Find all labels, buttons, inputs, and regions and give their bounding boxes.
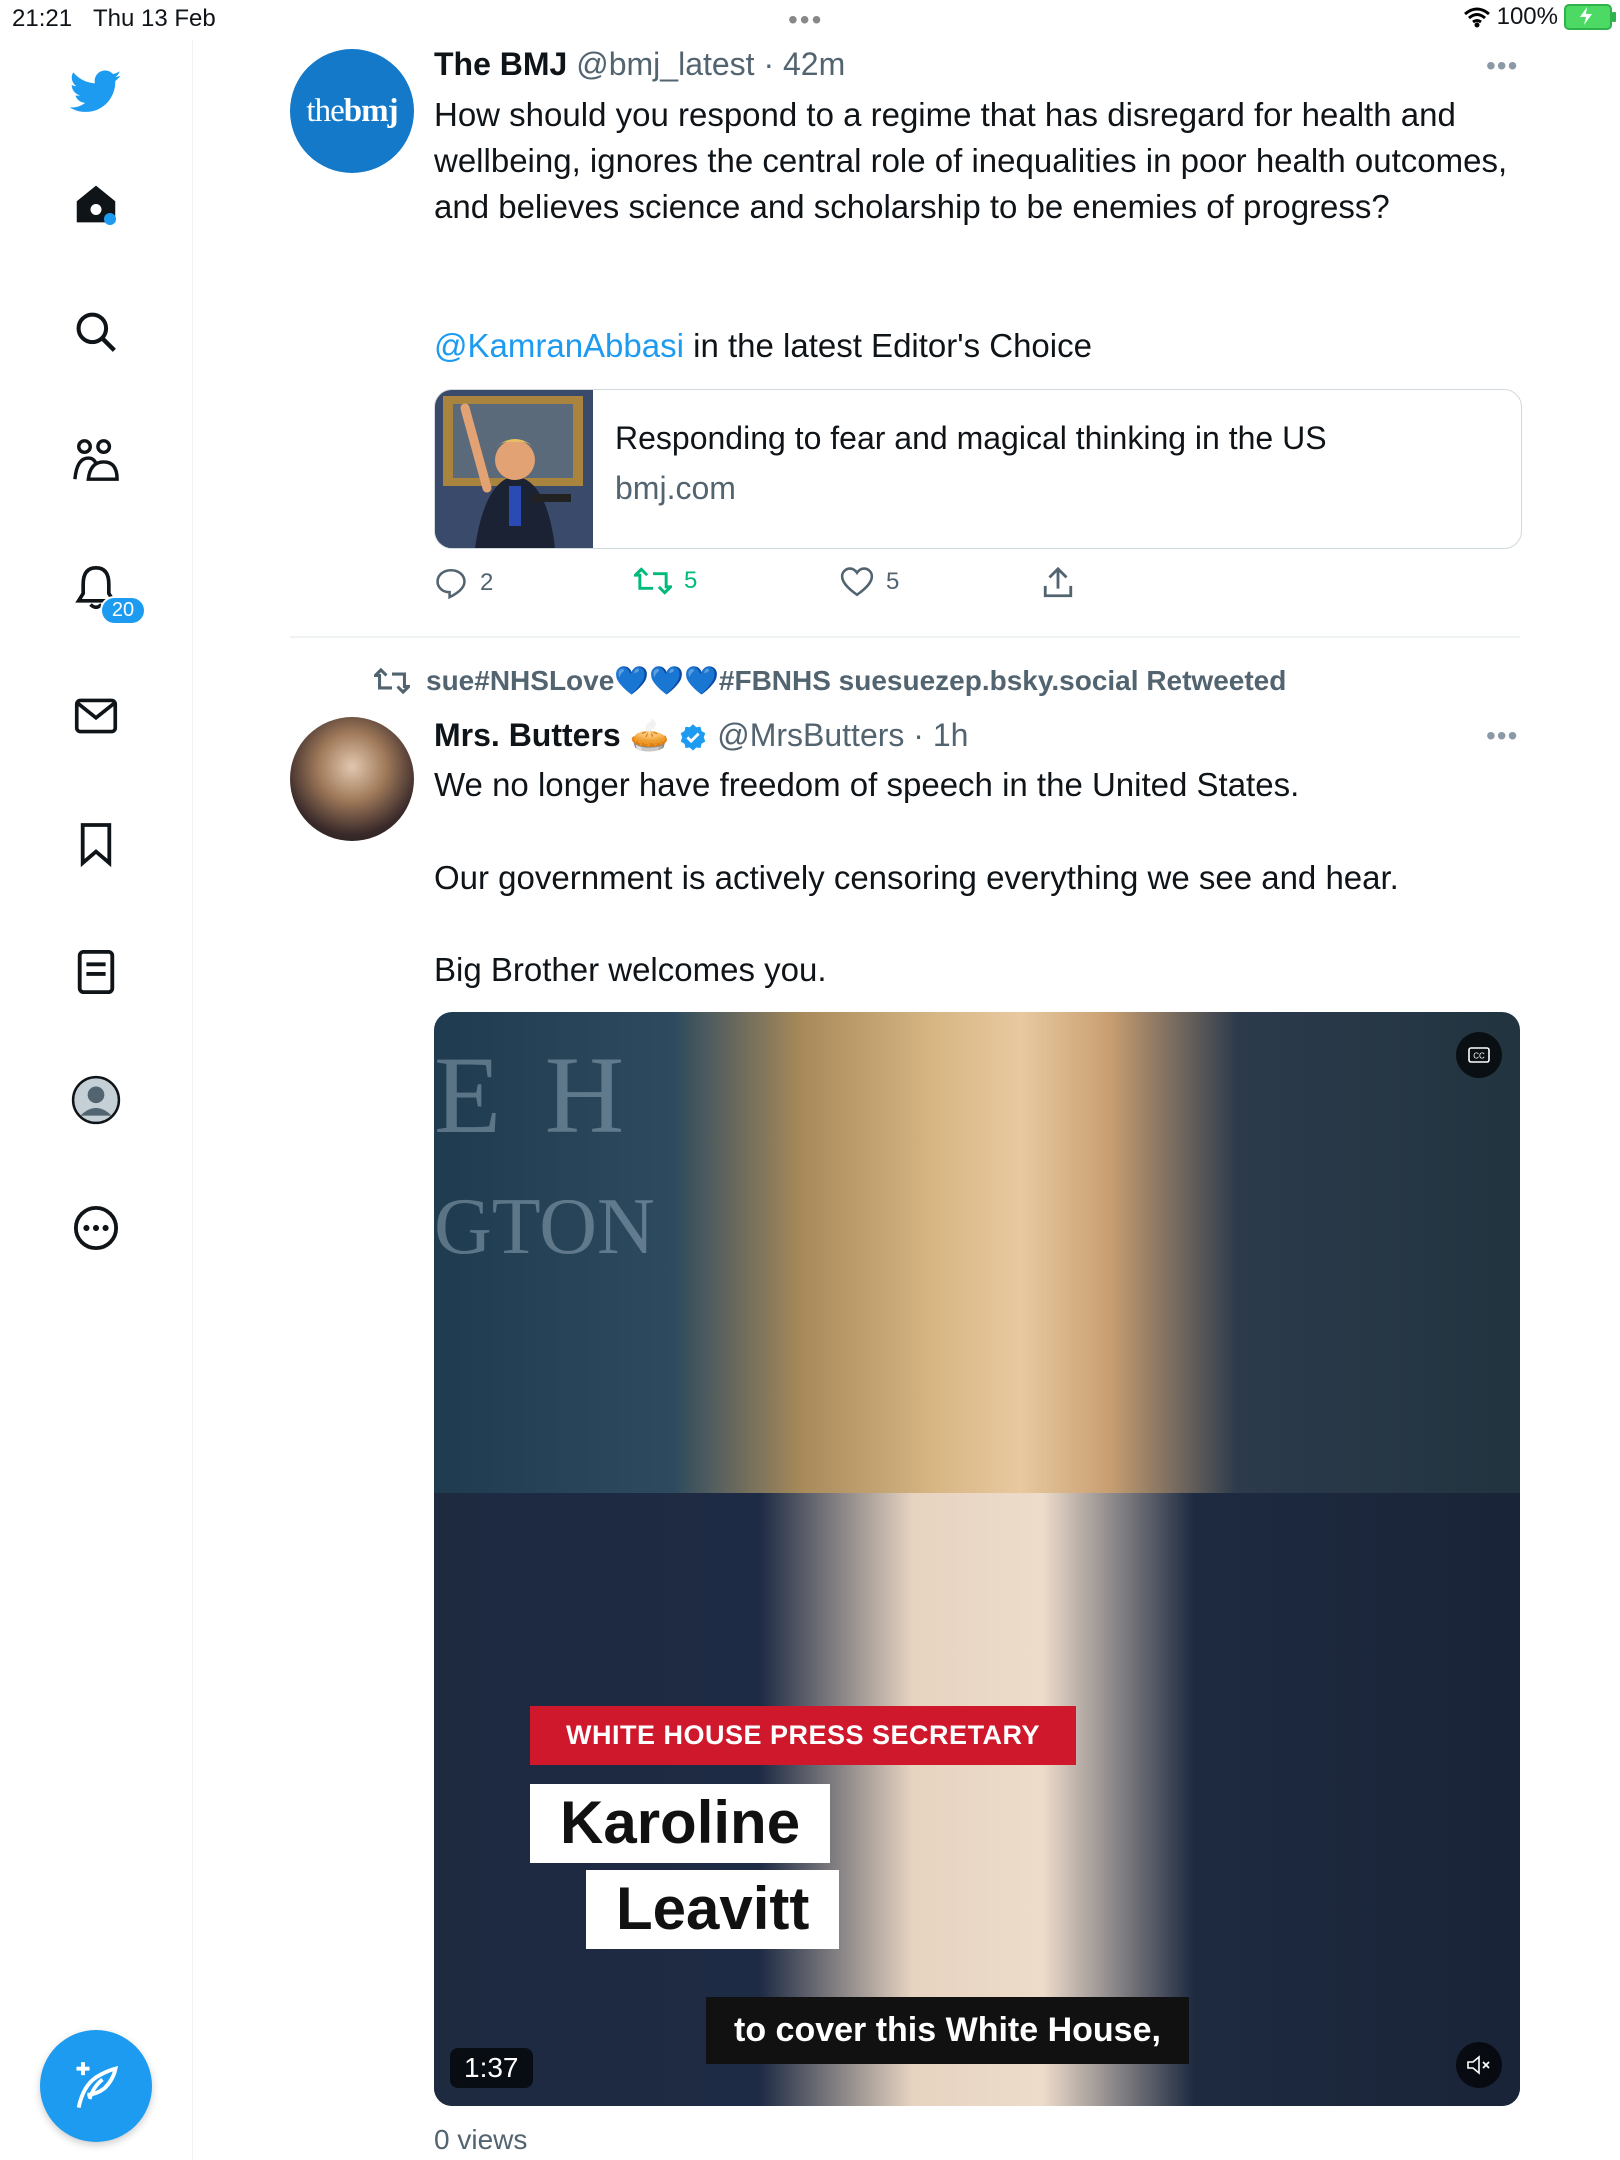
video-caption: to cover this White House,: [706, 1997, 1189, 2064]
video-bg-text: E H: [434, 1034, 633, 1156]
sidebar: 20: [0, 40, 193, 2160]
avatar-text-light: the: [306, 92, 344, 129]
mention-suffix: in the latest Editor's Choice: [683, 327, 1092, 364]
lower-third-title: WHITE HOUSE PRESS SECRETARY: [530, 1706, 1077, 1765]
tweet-text: How should you respond to a regime that …: [434, 96, 1508, 225]
share-button[interactable]: [1042, 566, 1074, 600]
tweet-header: The BMJ @bmj_latest · 42m: [434, 46, 845, 83]
retweeted-by-line[interactable]: sue#NHSLove💙💙💙#FBNHS suesuezep.bsky.soci…: [374, 664, 1286, 697]
profile-icon[interactable]: [70, 1074, 122, 1126]
lower-third-name-1: Karoline: [530, 1784, 831, 1863]
author-handle[interactable]: @MrsButters: [717, 717, 904, 753]
status-bar: 21:21 Thu 13 Feb ••• 100%: [0, 0, 1620, 40]
messages-icon[interactable]: [70, 690, 122, 742]
video-bg-text-2: GTON: [434, 1183, 655, 1271]
view-count: 0 views: [434, 2124, 528, 2155]
heart-icon: [840, 567, 874, 597]
reply-icon: [436, 568, 466, 600]
status-right: 100%: [1463, 3, 1616, 31]
notifications-badge: 20: [100, 596, 146, 625]
bookmarks-icon[interactable]: [70, 818, 122, 870]
twitter-bird-icon[interactable]: [70, 66, 122, 118]
author-name[interactable]: Mrs. Butters: [434, 717, 621, 753]
retweet-button[interactable]: 5: [634, 566, 697, 596]
tweet-more-icon[interactable]: •••: [1486, 720, 1518, 752]
video-player[interactable]: E H GTON CC WHITE HOUSE PRESS SECRETARY …: [434, 1012, 1520, 2106]
closed-captions-icon[interactable]: CC: [1456, 1032, 1502, 1078]
bmj-avatar[interactable]: the bmj: [290, 49, 414, 173]
retweeter-name: sue#NHSLove: [426, 665, 615, 696]
link-card[interactable]: Responding to fear and magical thinking …: [434, 389, 1522, 549]
share-icon: [1043, 566, 1073, 598]
author-handle[interactable]: @bmj_latest: [576, 46, 754, 82]
video-duration: 1:37: [450, 2048, 533, 2088]
tweet-mention-line: @KamranAbbasi in the latest Editor's Cho…: [434, 323, 1524, 369]
home-unread-dot: [104, 213, 116, 225]
tweet-header: Mrs. Butters 🥧 @MrsButters · 1h: [434, 716, 968, 754]
verified-badge-icon: [681, 723, 706, 751]
status-date: Thu 13 Feb: [93, 5, 216, 32]
tweet-text-line-1: We no longer have freedom of speech in t…: [434, 766, 1300, 803]
mention-link[interactable]: @KamranAbbasi: [434, 327, 684, 364]
communities-icon[interactable]: [70, 434, 122, 486]
card-thumbnail: [435, 390, 593, 548]
more-icon[interactable]: [70, 1202, 122, 1254]
svg-text:CC: CC: [1473, 1052, 1485, 1061]
tweet-text-line-2: Our government is actively censoring eve…: [434, 859, 1399, 896]
like-count: 5: [886, 568, 900, 595]
lower-third-name-2: Leavitt: [586, 1870, 840, 1949]
mute-toggle-icon[interactable]: [1456, 2042, 1502, 2088]
pie-emoji: 🥧: [629, 717, 670, 753]
retweet-icon: [634, 567, 672, 595]
tweet-more-icon[interactable]: •••: [1486, 50, 1518, 82]
tweet-time: · 1h: [913, 717, 969, 753]
compose-tweet-button[interactable]: [40, 2030, 152, 2142]
tweet-divider: [290, 636, 1520, 638]
author-name[interactable]: The BMJ: [434, 46, 567, 82]
tweet-text-line-3: Big Brother welcomes you.: [434, 951, 827, 988]
battery-icon: [1564, 4, 1616, 30]
mrsbutters-avatar[interactable]: [290, 717, 414, 841]
card-title: Responding to fear and magical thinking …: [615, 420, 1327, 456]
card-domain: bmj.com: [615, 470, 736, 506]
multitasking-dots-icon[interactable]: •••: [788, 4, 823, 36]
avatar-text-bold: bmj: [343, 92, 399, 129]
status-time: 21:21: [12, 5, 73, 32]
compose-tweet-icon: [76, 2062, 119, 2109]
battery-percent: 100%: [1496, 3, 1558, 30]
blue-hearts: 💙💙💙: [614, 665, 719, 696]
retweet-indicator-icon: [374, 667, 410, 694]
lists-icon[interactable]: [70, 946, 122, 998]
wifi-icon: [1463, 7, 1490, 28]
retweeter-text: sue#NHSLove💙💙💙#FBNHS suesuezep.bsky.soci…: [426, 664, 1286, 697]
reply-count: 2: [480, 569, 494, 596]
retweet-count: 5: [684, 567, 698, 594]
tweet-time: · 42m: [763, 46, 846, 82]
reply-button[interactable]: 2: [434, 566, 493, 600]
like-button[interactable]: 5: [840, 566, 899, 598]
retweeter-suffix: #FBNHS suesuezep.bsky.social Retweeted: [718, 665, 1287, 696]
search-icon[interactable]: [70, 306, 122, 358]
